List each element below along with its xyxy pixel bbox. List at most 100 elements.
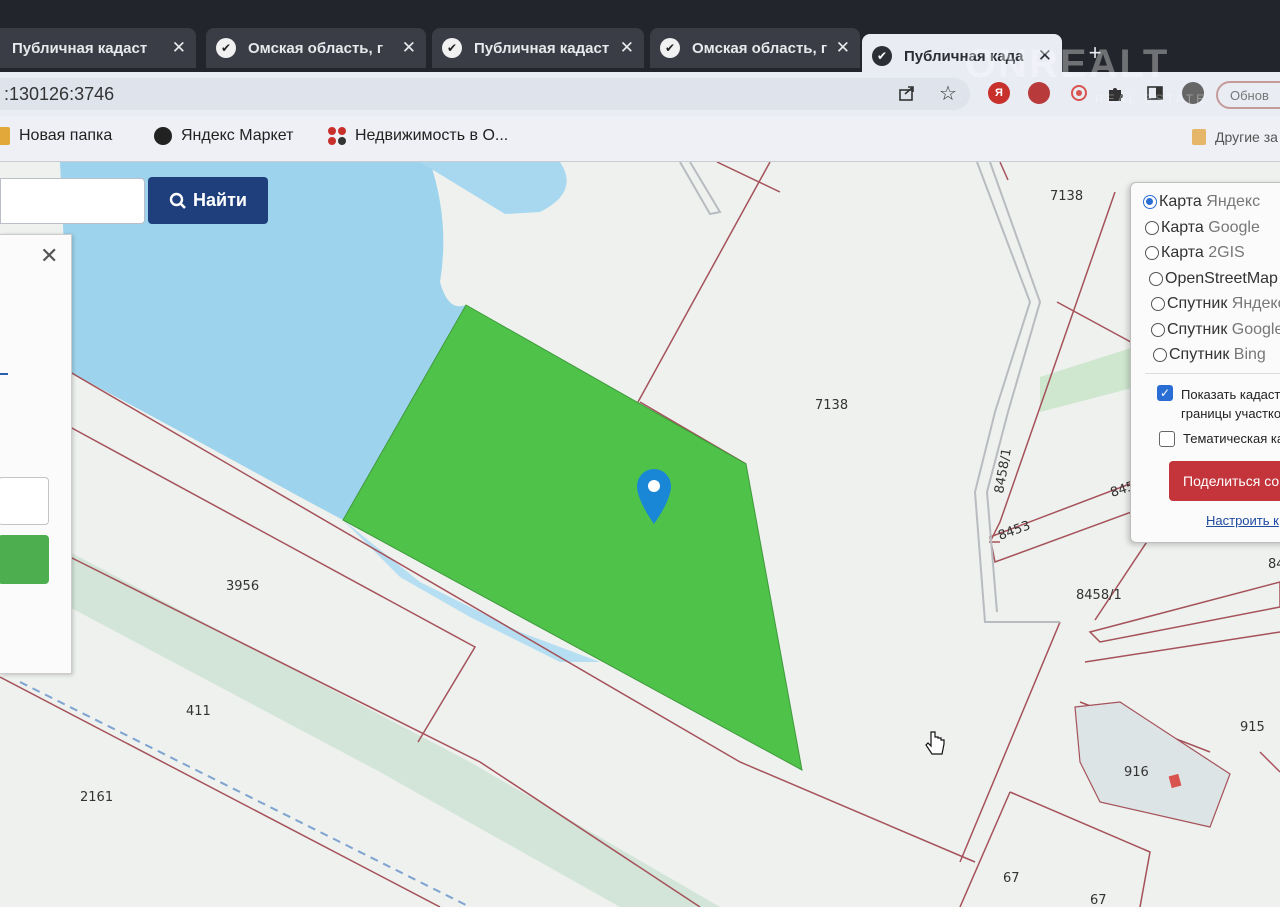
layer-name: Спутник bbox=[1167, 295, 1228, 312]
layer-provider: Google bbox=[1231, 321, 1280, 338]
tab-title: Публичная кадаст bbox=[474, 39, 610, 57]
radio-button[interactable] bbox=[1145, 246, 1159, 260]
parcel-label: 7138 bbox=[1050, 189, 1083, 204]
cadastral-map[interactable]: 7138 7138 3956 411 2161 8458/1 8453 8453… bbox=[0, 162, 1280, 907]
bookmark-label: Яндекс Маркет bbox=[181, 127, 294, 144]
basemap-option-2gis-map[interactable]: Карта 2GIS bbox=[1145, 244, 1245, 262]
bookmark-label: Недвижимость в О... bbox=[355, 127, 509, 144]
overlay-label: Показать кадаст границы участко bbox=[1181, 385, 1280, 423]
search-icon bbox=[169, 192, 186, 209]
parcel-label: 84 bbox=[1268, 557, 1280, 572]
checkmark-favicon-icon: ✔ bbox=[442, 38, 462, 58]
browser-tab[interactable]: ✔ Публичная кадаст ✕ bbox=[432, 28, 644, 68]
basemap-option-google-map[interactable]: Карта Google bbox=[1145, 219, 1260, 237]
watermark-logo: ONREALT bbox=[965, 42, 1170, 86]
radio-button[interactable] bbox=[1151, 297, 1165, 311]
bookmark-folder[interactable]: Новая папка bbox=[0, 127, 112, 145]
address-text: :130126:3746 bbox=[4, 83, 115, 104]
search-button-label: Найти bbox=[193, 190, 247, 210]
overlay-label-line: границы участко bbox=[1181, 406, 1280, 421]
checkbox-unchecked-icon[interactable] bbox=[1159, 431, 1175, 447]
radio-button[interactable] bbox=[1149, 272, 1163, 286]
browser-tab[interactable]: Публичная кадаст ✕ bbox=[0, 28, 196, 68]
parcel-label: 67 bbox=[1090, 893, 1107, 907]
parcel-label: 67 bbox=[1003, 871, 1020, 886]
layer-name: Карта bbox=[1159, 193, 1202, 210]
layer-name: Карта bbox=[1161, 219, 1204, 236]
globe-icon bbox=[154, 127, 172, 145]
address-bar[interactable]: :130126:3746 bbox=[0, 78, 970, 110]
radio-button[interactable] bbox=[1145, 221, 1159, 235]
close-icon[interactable]: ✕ bbox=[40, 243, 58, 269]
overlay-label-line: Показать кадаст bbox=[1181, 387, 1280, 402]
layer-provider: Google bbox=[1208, 219, 1260, 236]
panel-input[interactable] bbox=[0, 477, 49, 525]
layer-name: Карта bbox=[1161, 244, 1204, 261]
share-page-icon[interactable] bbox=[896, 82, 918, 104]
tab-favicon-icon bbox=[0, 38, 4, 58]
parcel-label: 8453 bbox=[996, 518, 1032, 543]
map-canvas[interactable]: 7138 7138 3956 411 2161 8458/1 8453 8453… bbox=[0, 162, 1280, 907]
cadastral-search-input[interactable] bbox=[0, 178, 145, 224]
checkmark-favicon-icon: ✔ bbox=[872, 46, 892, 66]
layer-switcher: Карта Яндекс Карта Google Карта 2GIS Ope… bbox=[1130, 182, 1280, 543]
tab-close-icon[interactable]: ✕ bbox=[172, 38, 186, 58]
radio-button[interactable] bbox=[1151, 323, 1165, 337]
basemap-option-yandex-map[interactable]: Карта Яндекс bbox=[1143, 193, 1260, 211]
divider bbox=[1145, 373, 1280, 374]
water-body bbox=[420, 162, 567, 214]
share-button-label: Поделиться со bbox=[1183, 473, 1280, 489]
checkmark-favicon-icon: ✔ bbox=[660, 38, 680, 58]
parcel-label: 8458/1 bbox=[1076, 588, 1122, 603]
panel-link[interactable] bbox=[0, 373, 8, 375]
parcel-label: 7138 bbox=[815, 398, 848, 413]
bookmarks-bar: Новая папка Яндекс Маркет Недвижимость в… bbox=[0, 116, 1280, 162]
layer-provider: Яндекс bbox=[1231, 295, 1280, 312]
watermark-subtitle: REAL ESTATE bbox=[1095, 92, 1208, 106]
parcel-info-panel: ✕ bbox=[0, 234, 72, 674]
overlay-thematic-map[interactable]: Тематическая ка bbox=[1159, 431, 1280, 447]
update-button[interactable]: Обнов bbox=[1216, 81, 1280, 109]
layer-provider: Bing bbox=[1233, 346, 1266, 363]
browser-tab[interactable]: ✔ Омская область, г ✕ bbox=[650, 28, 860, 68]
checkmark-favicon-icon: ✔ bbox=[216, 38, 236, 58]
bookmark-star-icon[interactable]: ☆ bbox=[937, 82, 959, 105]
update-label: Обнов bbox=[1230, 87, 1269, 103]
overlay-label: Тематическая ка bbox=[1183, 431, 1280, 446]
parcel-label: 411 bbox=[186, 704, 211, 719]
tab-title: Омская область, г bbox=[692, 39, 828, 57]
radio-button[interactable] bbox=[1143, 195, 1157, 209]
basemap-option-osm[interactable]: OpenStreetMap bbox=[1149, 270, 1278, 288]
folder-icon bbox=[1192, 129, 1206, 145]
tab-close-icon[interactable]: ✕ bbox=[620, 38, 634, 58]
radio-button[interactable] bbox=[1153, 348, 1167, 362]
bookmark-link[interactable]: Недвижимость в О... bbox=[328, 127, 508, 145]
bookmark-label: Новая папка bbox=[19, 127, 113, 144]
configure-map-link[interactable]: Настроить к bbox=[1206, 513, 1279, 528]
tab-close-icon[interactable]: ✕ bbox=[836, 38, 850, 58]
layer-name: Спутник bbox=[1167, 321, 1228, 338]
checkbox-checked-icon[interactable]: ✓ bbox=[1157, 385, 1173, 401]
share-button[interactable]: Поделиться со bbox=[1169, 461, 1280, 501]
layer-name: OpenStreetMap bbox=[1165, 270, 1278, 287]
tab-close-icon[interactable]: ✕ bbox=[402, 38, 416, 58]
basemap-option-bing-satellite[interactable]: Спутник Bing bbox=[1153, 346, 1266, 364]
parcel-label: 3956 bbox=[226, 579, 259, 594]
layer-name: Спутник bbox=[1169, 346, 1230, 363]
tab-title: Омская область, г bbox=[248, 39, 384, 57]
building-outline bbox=[1074, 701, 1231, 828]
other-bookmarks[interactable]: Другие за bbox=[1192, 129, 1278, 145]
hand-cursor-icon bbox=[925, 731, 945, 755]
folder-icon bbox=[0, 127, 10, 145]
other-bookmarks-label: Другие за bbox=[1215, 129, 1278, 145]
basemap-option-yandex-satellite[interactable]: Спутник Яндекс bbox=[1151, 295, 1280, 313]
overlay-cadastral-borders[interactable]: ✓ Показать кадаст границы участко bbox=[1157, 385, 1280, 423]
bookmark-link[interactable]: Яндекс Маркет bbox=[154, 127, 293, 145]
basemap-option-google-satellite[interactable]: Спутник Google bbox=[1151, 321, 1280, 339]
parcel-label: 916 bbox=[1124, 765, 1149, 780]
layer-provider: Яндекс bbox=[1206, 193, 1261, 210]
search-button[interactable]: Найти bbox=[148, 177, 268, 224]
panel-action-button[interactable] bbox=[0, 535, 49, 584]
browser-tab[interactable]: ✔ Омская область, г ✕ bbox=[206, 28, 426, 68]
dots-icon bbox=[328, 127, 346, 145]
